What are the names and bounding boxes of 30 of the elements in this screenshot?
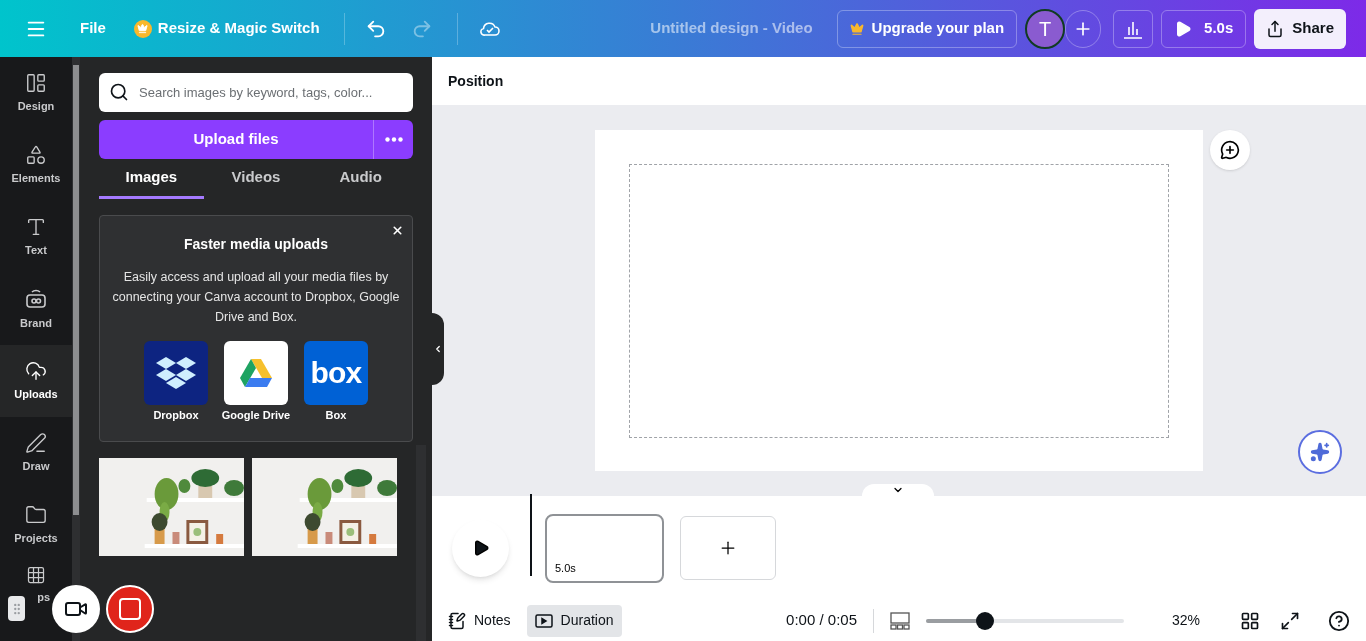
service-button[interactable]: Google Drive xyxy=(224,341,288,424)
zoom-reading: 32% xyxy=(1170,611,1200,630)
avatar[interactable]: T xyxy=(1025,8,1066,49)
search-field[interactable]: Search images by keyword, tags, color... xyxy=(99,73,413,112)
sidebar-item[interactable]: Design xyxy=(0,57,72,129)
notes-button[interactable]: Notes xyxy=(448,604,511,637)
sidebar-item[interactable]: Text xyxy=(0,201,72,273)
play-button[interactable]: 5.0s xyxy=(1161,9,1247,48)
service-button[interactable]: Dropbox xyxy=(144,341,208,424)
upload-files-button[interactable]: Upload files xyxy=(99,120,373,159)
design-title: Untitled design - Video xyxy=(650,18,813,39)
time-display: 0:00 / 0:05 xyxy=(786,610,857,631)
timeline-clip[interactable]: 5.0s xyxy=(545,513,664,583)
duration-button[interactable]: Duration xyxy=(526,604,622,637)
promo-title: Faster media uploads xyxy=(184,235,328,254)
sidebar-item[interactable]: Uploads xyxy=(0,345,72,417)
tab[interactable]: Videos xyxy=(203,159,309,199)
sidebar-item[interactable]: Brand xyxy=(0,273,72,345)
sidebar-item[interactable]: ps xyxy=(26,565,50,606)
share-button[interactable]: Share xyxy=(1254,8,1346,49)
service-button[interactable]: box Box xyxy=(304,341,368,424)
upgrade-button[interactable]: Upgrade your plan xyxy=(836,9,1018,48)
promo-text: Easily access and upload all your media files by connecting your Canva account to Dropbox, Google Drive and Box. xyxy=(112,269,400,326)
position-button[interactable]: Position xyxy=(448,70,504,92)
sidebar-item[interactable]: Projects xyxy=(0,489,72,561)
sidebar-item[interactable]: Draw xyxy=(0,417,72,489)
tab[interactable]: Audio xyxy=(308,159,413,199)
tab[interactable]: Images xyxy=(99,159,204,199)
box-logo: box xyxy=(304,341,368,405)
sidebar-item[interactable]: Elements xyxy=(0,129,72,201)
